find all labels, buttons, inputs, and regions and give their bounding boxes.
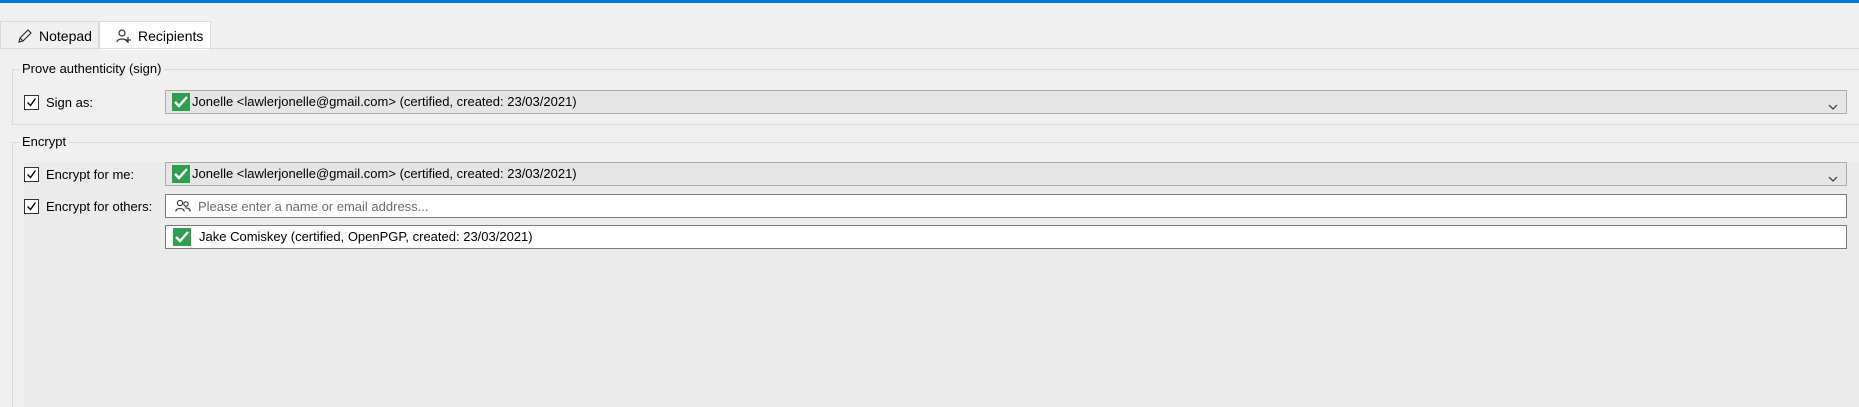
- sign-as-checkbox[interactable]: [24, 95, 39, 110]
- tab-notepad[interactable]: Notepad: [0, 21, 99, 49]
- encrypt-for-others-label: Encrypt for others:: [46, 199, 153, 214]
- chevron-down-icon: [1828, 98, 1838, 114]
- sign-group-border-left: [12, 69, 13, 124]
- certified-check-icon: [173, 228, 191, 246]
- encrypt-for-me-combobox[interactable]: Jonelle <lawlerjonelle@gmail.com> (certi…: [165, 162, 1847, 186]
- sign-group-border-bottom: [12, 124, 1859, 125]
- encrypt-for-me-label: Encrypt for me:: [46, 167, 135, 182]
- recipient-search-input[interactable]: [198, 197, 1798, 215]
- recipient-entry[interactable]: Jake Comiskey (certified, OpenPGP, creat…: [165, 225, 1847, 249]
- encrypt-group-border-left: [12, 142, 13, 407]
- tab-content-border: [0, 48, 1859, 49]
- window-top-accent-bar: [0, 0, 1859, 3]
- tab-recipients-label: Recipients: [138, 28, 204, 44]
- people-icon: [175, 199, 191, 216]
- pencil-icon: [17, 28, 33, 44]
- tab-recipients[interactable]: Recipients: [99, 21, 211, 50]
- encrypt-for-me-checkbox[interactable]: [24, 167, 39, 182]
- encrypt-group-title: Encrypt: [19, 134, 70, 150]
- checkmark-icon: [27, 202, 37, 211]
- checkmark-icon: [27, 98, 37, 107]
- certified-check-icon: [172, 165, 190, 183]
- sign-as-selected-value: Jonelle <lawlerjonelle@gmail.com> (certi…: [192, 94, 577, 109]
- encrypt-group-border-top: [12, 142, 1859, 143]
- sign-as-combobox[interactable]: Jonelle <lawlerjonelle@gmail.com> (certi…: [165, 90, 1847, 114]
- sign-as-label: Sign as:: [46, 95, 93, 110]
- encrypt-for-me-selected-value: Jonelle <lawlerjonelle@gmail.com> (certi…: [192, 166, 577, 181]
- checkmark-icon: [27, 170, 37, 179]
- recipient-entry-text: Jake Comiskey (certified, OpenPGP, creat…: [199, 229, 533, 244]
- add-person-icon: [116, 28, 132, 44]
- encrypt-for-others-checkbox[interactable]: [24, 199, 39, 214]
- sign-group-title: Prove authenticity (sign): [19, 61, 165, 77]
- certified-check-icon: [172, 93, 190, 111]
- sign-group-border-top: [12, 69, 1859, 70]
- recipient-search-field[interactable]: [165, 194, 1847, 218]
- chevron-down-icon: [1828, 170, 1838, 186]
- tab-notepad-label: Notepad: [39, 27, 92, 44]
